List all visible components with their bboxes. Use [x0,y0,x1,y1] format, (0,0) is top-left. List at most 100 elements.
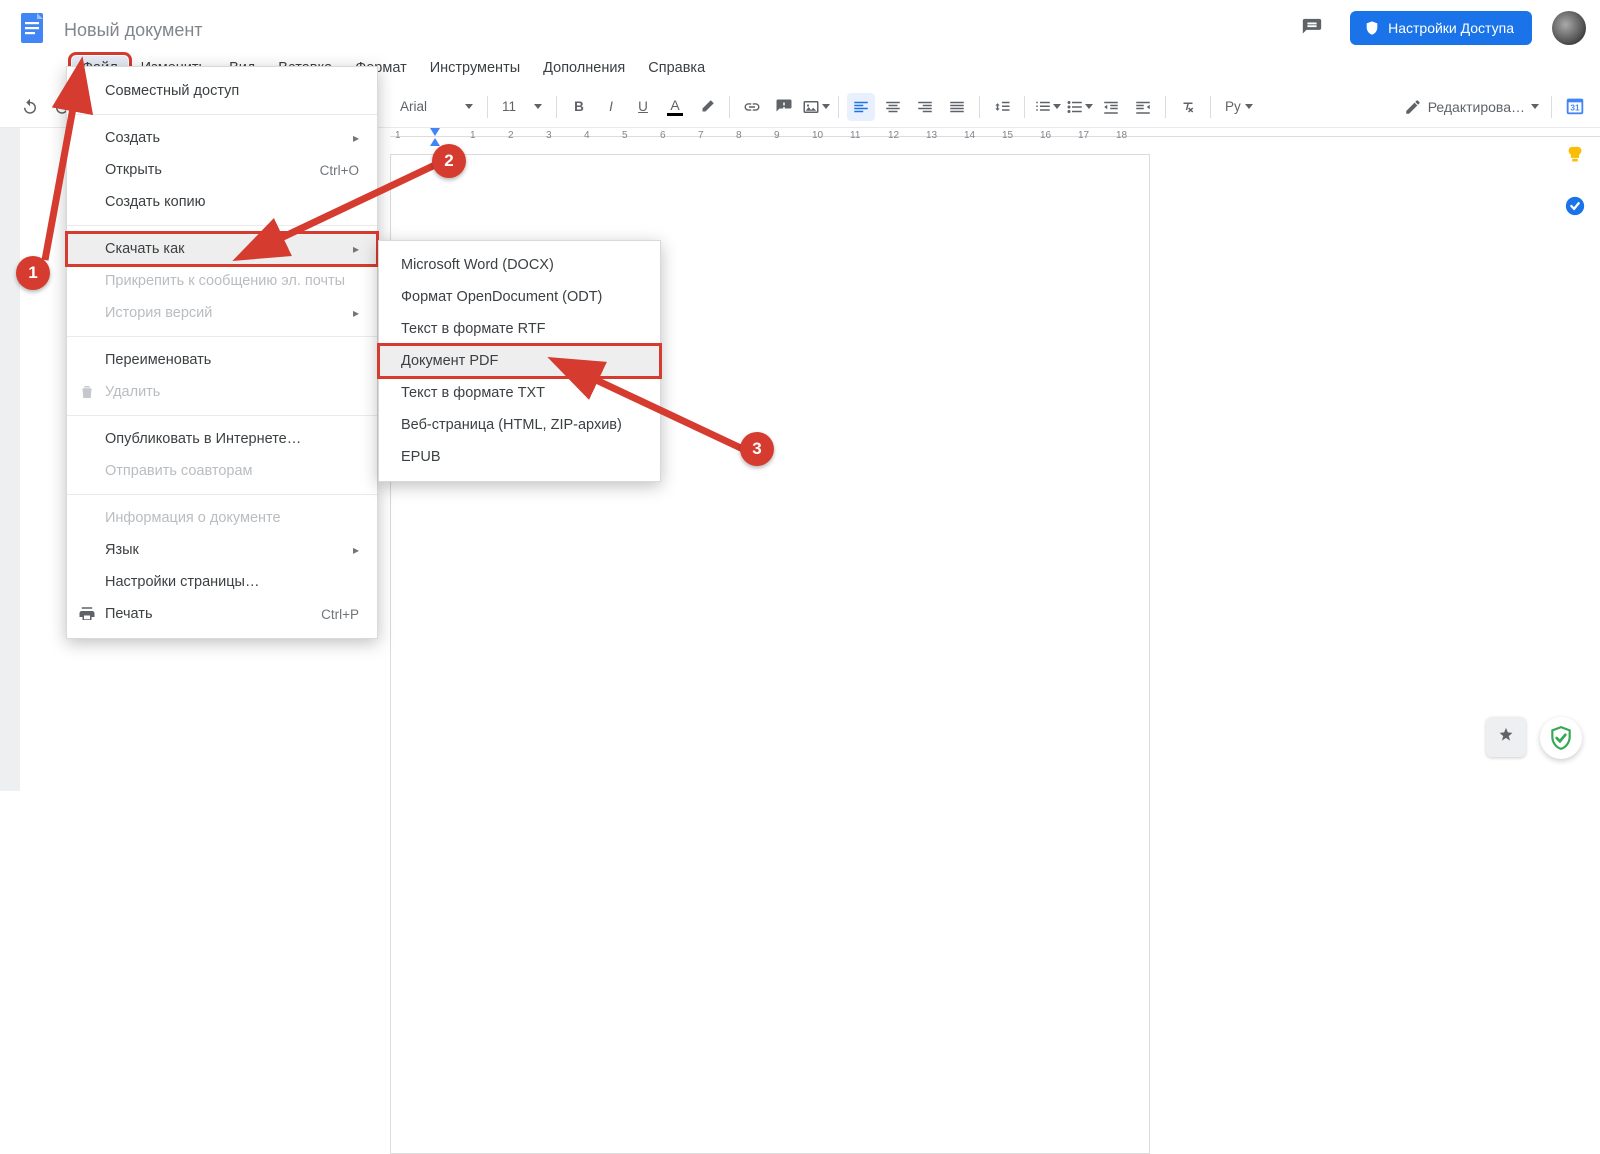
download-odt[interactable]: Формат OpenDocument (ODT) [379,281,660,313]
caret-down-icon [1053,104,1061,109]
toolbar-separator [556,96,557,118]
file-menu-delete: Удалить [67,376,377,408]
caret-down-icon [534,104,542,109]
menu-item-label: EPUB [401,449,441,465]
ruler-tick: 7 [698,130,704,141]
ruler-tick: 1 [395,130,401,141]
keep-addon-icon[interactable] [1563,144,1587,168]
file-menu-version-history[interactable]: История версий ▸ [67,297,377,329]
comments-icon[interactable] [1294,10,1330,46]
font-size-select[interactable]: 11 [496,99,548,114]
ruler-tick: 18 [1116,130,1127,141]
menu-item-label: Формат OpenDocument (ODT) [401,289,602,305]
menu-item-label: Язык [105,542,139,558]
menu-addons[interactable]: Дополнения [533,56,635,80]
spelling-language-select[interactable]: Ру [1219,99,1259,114]
ruler-tick: 10 [812,130,823,141]
menu-item-label: Создать [105,130,160,146]
security-badge-icon[interactable] [1540,717,1582,759]
numbered-list-button[interactable] [1033,93,1061,121]
underline-button[interactable]: U [629,93,657,121]
submenu-arrow-icon: ▸ [353,131,359,145]
menu-item-label: Опубликовать в Интернете… [105,431,301,447]
clear-formatting-button[interactable] [1174,93,1202,121]
align-center-button[interactable] [879,93,907,121]
file-menu-share[interactable]: Совместный доступ [67,75,377,107]
vertical-ruler[interactable] [0,148,20,791]
toolbar-separator [729,96,730,118]
increase-indent-button[interactable] [1129,93,1157,121]
annotation-marker-2: 2 [432,144,466,178]
insert-comment-button[interactable] [770,93,798,121]
annotation-marker-1: 1 [16,256,50,290]
submenu-arrow-icon: ▸ [353,543,359,557]
text-color-button[interactable]: A [661,93,689,121]
toolbar-separator [1210,96,1211,118]
menu-item-label: Отправить соавторам [105,463,253,479]
svg-text:31: 31 [1570,104,1580,113]
file-menu-rename[interactable]: Переименовать [67,344,377,376]
explore-button[interactable] [1486,717,1526,757]
highlight-color-button[interactable] [693,93,721,121]
tasks-addon-icon[interactable] [1563,194,1587,218]
menu-item-label: Скачать как [105,241,184,257]
file-menu-email-collaborators: Отправить соавторам [67,455,377,487]
font-family-value: Arial [400,99,427,114]
bullet-list-button[interactable] [1065,93,1093,121]
menu-separator [67,114,377,115]
docs-logo-icon[interactable] [14,10,50,46]
bold-button[interactable]: B [565,93,593,121]
menu-item-label: Информация о документе [105,510,281,526]
caret-down-icon [1085,104,1093,109]
toolbar-separator [1024,96,1025,118]
menu-item-label: Открыть [105,162,162,178]
ruler-tick: 6 [660,130,666,141]
align-right-button[interactable] [911,93,939,121]
insert-link-button[interactable] [738,93,766,121]
download-rtf[interactable]: Текст в формате RTF [379,313,660,345]
insert-image-button[interactable] [802,93,830,121]
menu-help[interactable]: Справка [638,56,715,80]
left-indent-marker[interactable] [430,138,440,146]
file-menu-page-setup[interactable]: Настройки страницы… [67,566,377,598]
share-button[interactable]: Настройки Доступа [1350,11,1532,45]
caret-down-icon [1245,104,1253,109]
file-menu-new[interactable]: Создать ▸ [67,122,377,154]
menu-separator [67,415,377,416]
annotation-arrow-3 [545,355,765,470]
font-size-value: 11 [502,99,516,114]
menu-item-label: История версий [105,305,212,321]
file-menu-publish[interactable]: Опубликовать в Интернете… [67,423,377,455]
align-left-button[interactable] [847,93,875,121]
font-family-select[interactable]: Arial [394,99,479,114]
menu-separator [67,336,377,337]
first-line-indent-marker[interactable] [430,128,440,136]
calendar-addon-icon[interactable]: 31 [1563,94,1587,118]
italic-button[interactable]: I [597,93,625,121]
menu-item-label: Удалить [105,384,160,400]
decrease-indent-button[interactable] [1097,93,1125,121]
document-title[interactable]: Новый документ [64,16,1280,41]
align-justify-button[interactable] [943,93,971,121]
line-spacing-button[interactable] [988,93,1016,121]
trash-icon [77,382,97,402]
editing-mode-select[interactable]: Редактирова… [1404,98,1539,116]
file-menu-print[interactable]: ПечатьCtrl+P [67,598,377,630]
menu-tools[interactable]: Инструменты [420,56,530,80]
file-menu-language[interactable]: Язык ▸ [67,534,377,566]
ruler-tick: 16 [1040,130,1051,141]
ruler-tick: 8 [736,130,742,141]
account-avatar[interactable] [1552,11,1586,45]
header-right: Настройки Доступа [1294,10,1586,46]
ruler-tick: 5 [622,130,628,141]
menu-item-label: Совместный доступ [105,83,239,99]
ruler-tick: 15 [1002,130,1013,141]
spelling-language-value: Ру [1225,99,1241,114]
share-button-label: Настройки Доступа [1388,20,1514,36]
submenu-arrow-icon: ▸ [353,306,359,320]
annotation-marker-3: 3 [740,432,774,466]
ruler-tick: 3 [546,130,552,141]
editing-mode-label: Редактирова… [1428,99,1525,115]
ruler-tick: 12 [888,130,899,141]
menu-item-label: Текст в формате RTF [401,321,546,337]
